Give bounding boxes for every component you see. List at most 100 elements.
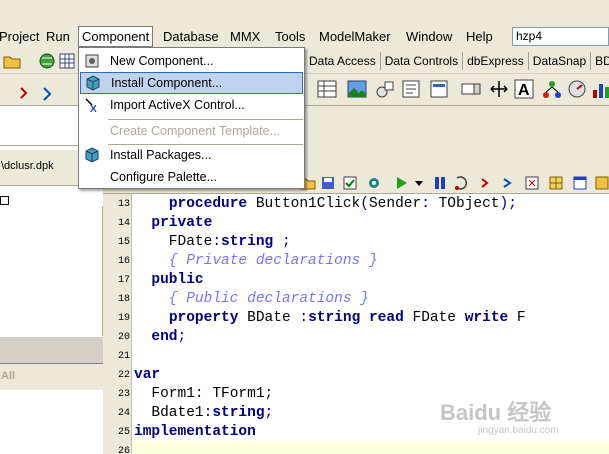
- svg-text:A: A: [518, 82, 530, 99]
- db-grid-icon[interactable]: [316, 78, 338, 100]
- run-to-cursor-icon[interactable]: [500, 175, 516, 191]
- menu-item-label: New Component...: [110, 54, 214, 68]
- package-file-label[interactable]: \dclusr.dpk: [1, 160, 54, 172]
- run-dropdown-icon[interactable]: [414, 175, 424, 191]
- line-number: 19: [117, 313, 130, 324]
- menu-install-packages[interactable]: Install Packages...: [80, 144, 303, 166]
- menu-item-label: Import ActiveX Control...: [110, 98, 245, 112]
- step-icon[interactable]: [18, 84, 36, 102]
- chart-icon[interactable]: [590, 78, 609, 100]
- pause-icon[interactable]: [432, 175, 448, 191]
- network-icon[interactable]: [541, 78, 563, 100]
- menu-item-label: Create Component Template...: [110, 124, 281, 138]
- menu-import-activex[interactable]: X Import ActiveX Control...: [80, 94, 303, 116]
- static-text-icon[interactable]: A: [513, 78, 535, 100]
- watermark: Baidu 经验: [440, 400, 552, 425]
- object-list: [0, 206, 103, 336]
- svg-text:X: X: [90, 104, 97, 113]
- tab-dbexpress[interactable]: dbExpress: [462, 52, 528, 70]
- menu-new-component[interactable]: New Component...: [80, 50, 303, 72]
- watermark-url: jingyan.baidu.com: [478, 425, 559, 436]
- code-line[interactable]: Bdate1:string;: [134, 404, 273, 423]
- all-label[interactable]: All: [1, 370, 15, 382]
- line-number: 16: [117, 256, 130, 267]
- trace-icon[interactable]: [40, 84, 58, 102]
- line-number: 18: [117, 294, 130, 305]
- line-number: 23: [117, 389, 130, 400]
- gear-icon[interactable]: [366, 175, 382, 191]
- code-line[interactable]: private: [134, 214, 212, 233]
- checklist-icon[interactable]: [342, 175, 358, 191]
- menu-item-label: Install Packages...: [110, 148, 212, 162]
- grid-icon[interactable]: [58, 52, 76, 70]
- tab-bde[interactable]: BDE: [590, 52, 609, 70]
- line-number: 14: [117, 218, 130, 229]
- title-strip: [0, 0, 609, 24]
- globe-icon[interactable]: [38, 52, 56, 70]
- inspector-filter-row: [0, 364, 103, 390]
- tab-data-controls[interactable]: Data Controls: [379, 52, 462, 70]
- code-line[interactable]: property BDate :string read FDate write …: [134, 309, 526, 328]
- install-component-icon: [86, 75, 100, 91]
- inspector-header: [0, 336, 103, 364]
- line-number: 13: [117, 199, 130, 210]
- code-line[interactable]: { Private declarations }: [134, 252, 378, 271]
- new-component-icon: [85, 54, 99, 68]
- evaluate-icon[interactable]: [524, 175, 540, 191]
- open-folder-icon[interactable]: [3, 52, 21, 70]
- packages-icon: [85, 147, 99, 163]
- tab-data-access[interactable]: Data Access: [304, 52, 380, 70]
- search-input[interactable]: hzp4: [512, 27, 609, 46]
- code-line[interactable]: implementation: [134, 423, 256, 442]
- form-icon[interactable]: [572, 175, 588, 191]
- menu-item-label: Configure Palette...: [110, 170, 218, 184]
- db-shapes-icon[interactable]: [374, 78, 396, 100]
- line-number: 24: [117, 408, 130, 419]
- menu-run[interactable]: Run: [43, 27, 73, 46]
- component-grid-icon[interactable]: [548, 175, 564, 191]
- menu-database[interactable]: Database: [160, 27, 222, 46]
- component-palette-tabs: Data Access Data Controls dbExpress DataSna…: [304, 52, 609, 72]
- code-line[interactable]: procedure Button1Click(Sender: TObject);: [134, 195, 517, 214]
- inspector-body: [0, 390, 103, 454]
- line-number: 22: [117, 370, 130, 381]
- menu-item-label: Install Component...: [111, 76, 223, 90]
- menu-component[interactable]: Component: [78, 26, 154, 47]
- code-line[interactable]: { Public declarations }: [134, 290, 369, 309]
- db-listbox-icon[interactable]: [428, 78, 450, 100]
- line-number: 26: [117, 446, 130, 454]
- menu-install-component[interactable]: Install Component...: [80, 72, 303, 94]
- save-icon[interactable]: [320, 175, 336, 191]
- line-number: 15: [117, 237, 130, 248]
- current-line-highlight: [132, 441, 609, 454]
- code-line[interactable]: end;: [134, 328, 186, 347]
- menu-window[interactable]: Window: [403, 27, 455, 46]
- menu-project[interactable]: Project: [0, 27, 42, 46]
- menu-configure-palette[interactable]: Configure Palette...: [80, 166, 303, 188]
- unit-icon[interactable]: [594, 175, 609, 191]
- line-number: 20: [117, 332, 130, 343]
- line-number: 25: [117, 427, 130, 438]
- menu-create-template[interactable]: Create Component Template...: [80, 120, 303, 142]
- line-number: 17: [117, 275, 130, 286]
- db-image-icon[interactable]: [346, 78, 368, 100]
- step-over-icon[interactable]: [478, 175, 494, 191]
- db-memo-icon[interactable]: [400, 78, 422, 100]
- tab-datasnap[interactable]: DataSnap: [527, 52, 590, 70]
- db-combo-icon[interactable]: [460, 78, 482, 100]
- code-line[interactable]: var: [134, 366, 160, 385]
- menu-tools[interactable]: Tools: [272, 27, 308, 46]
- run-icon[interactable]: [394, 175, 410, 191]
- activex-icon: X: [85, 98, 97, 113]
- menu-modelmaker[interactable]: ModelMaker: [316, 27, 394, 46]
- trace-into-icon[interactable]: [454, 175, 470, 191]
- splitter-icon[interactable]: [488, 78, 510, 100]
- dial-icon[interactable]: [566, 78, 588, 100]
- menu-mmx[interactable]: MMX: [227, 27, 263, 46]
- pin-icon[interactable]: [0, 196, 9, 205]
- component-menu: New Component... Install Component... X …: [78, 47, 305, 189]
- menu-help[interactable]: Help: [463, 27, 496, 46]
- code-line[interactable]: FDate:string ;: [134, 233, 291, 252]
- code-line[interactable]: public: [134, 271, 203, 290]
- code-line[interactable]: Form1: TForm1;: [134, 385, 273, 404]
